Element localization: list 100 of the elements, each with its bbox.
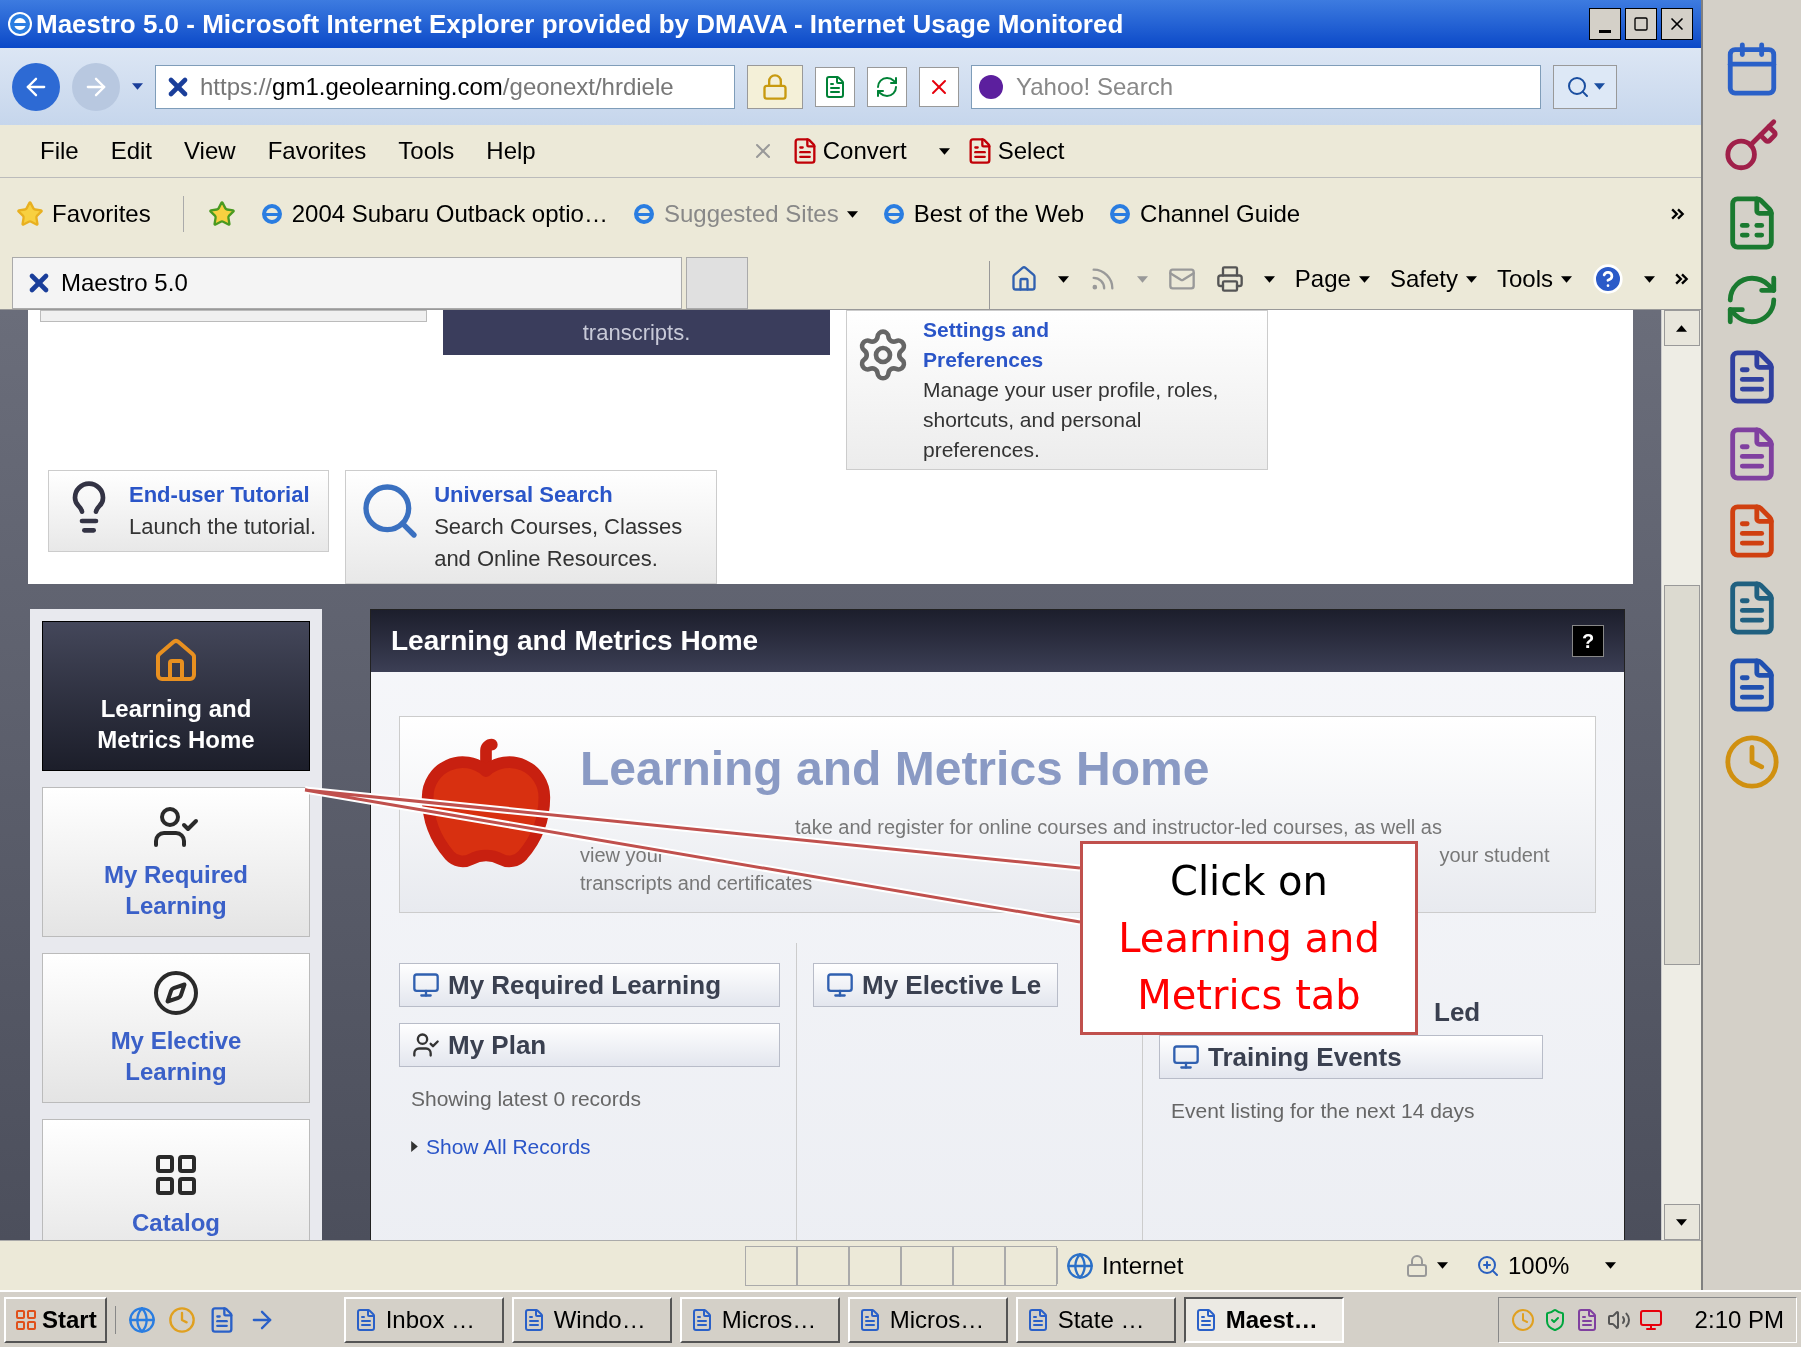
address-field[interactable]: https://gm1.geolearning.com/geonext/hrdiele (155, 64, 735, 109)
caret-icon[interactable] (1057, 275, 1069, 283)
computer-icon (826, 971, 854, 999)
hero-title: Learning and Metrics Home (580, 741, 1211, 797)
dark-card: transcripts. (443, 310, 830, 355)
caret-icon[interactable] (1358, 275, 1370, 283)
section-text: Event listing for the next 14 days (1170, 1098, 1476, 1124)
status-pane (1005, 1245, 1057, 1286)
search-field[interactable]: Yahoo! Search (971, 64, 1541, 109)
refresh-button[interactable] (867, 66, 907, 107)
url-text: https://gm1.geolearning.com/geonext/hrdiele (200, 71, 674, 102)
command-menu[interactable]: Page (1294, 261, 1351, 297)
description-text: your student (1439, 843, 1550, 868)
card-description: Launch the tutorial. (129, 513, 317, 541)
card-title[interactable]: End-user Tutorial (129, 479, 317, 511)
callout-highlight: Learning and Metrics tab (1117, 913, 1381, 1020)
toolbar-button[interactable]: Select (965, 133, 1065, 169)
section-text: Showing latest 0 records (410, 1086, 642, 1112)
taskbar-button[interactable]: Micros… (847, 1296, 1008, 1343)
taskbar-button[interactable]: State … (1015, 1296, 1176, 1343)
caret-icon[interactable] (1676, 1218, 1687, 1226)
favorites-button[interactable]: Favorites (16, 196, 184, 232)
toolbar-button[interactable]: Convert (790, 133, 907, 169)
caret-icon[interactable] (1644, 275, 1655, 283)
nav-tab[interactable]: Catalog (42, 1119, 310, 1240)
caret-icon[interactable] (1605, 1262, 1617, 1269)
compatibility-button[interactable] (815, 66, 855, 107)
caret-icon[interactable] (846, 210, 858, 218)
caret-icon[interactable] (1593, 83, 1605, 90)
taskbar-button[interactable]: Maest… (1183, 1296, 1344, 1343)
caret-icon[interactable] (132, 83, 143, 90)
stop-button[interactable] (919, 66, 959, 107)
section-header[interactable]: My Elective Le (813, 963, 1058, 1007)
card-title[interactable]: Preferences (923, 345, 1259, 375)
favorite-link[interactable]: Best of the Web (881, 196, 1085, 232)
browser-icon[interactable] (127, 1305, 156, 1334)
clock: 2:10 PM (1694, 1304, 1784, 1335)
search-icon (1565, 74, 1590, 99)
close-button[interactable] (1661, 8, 1693, 40)
refresh-icon (875, 74, 899, 99)
caret-icon[interactable] (938, 147, 950, 155)
nav-tab[interactable]: My Required Learning (42, 787, 310, 937)
browser-icon (8, 12, 32, 36)
caret-icon[interactable] (1437, 1262, 1448, 1269)
search-button[interactable] (1553, 64, 1617, 109)
menu-item[interactable]: Tools (398, 133, 455, 169)
help-icon[interactable] (1592, 263, 1624, 295)
add-favorite-icon[interactable] (207, 200, 236, 228)
print-icon[interactable] (1215, 265, 1244, 293)
scrollbar[interactable] (1661, 310, 1701, 1240)
settings-card[interactable]: Settings and Preferences Manage your user profile, roles, shortcuts, and personal preferences. (846, 310, 1268, 470)
expand-arrow-icon[interactable] (411, 1140, 418, 1152)
menu-item[interactable]: View (184, 133, 236, 169)
card-title[interactable]: Universal Search (434, 479, 705, 511)
card-title[interactable]: Settings and (923, 315, 1259, 345)
restore-button[interactable] (1625, 8, 1657, 40)
status-pane (745, 1245, 797, 1286)
nav-tab[interactable]: Learning and Metrics Home (42, 621, 310, 771)
section-title: Led (1434, 996, 1482, 1029)
more-icon[interactable] (1675, 273, 1689, 285)
taskbar-button[interactable]: Inbox … (343, 1296, 504, 1343)
section-header[interactable]: My Required Learning (399, 963, 780, 1007)
taskbar-button[interactable]: Windo… (511, 1296, 672, 1343)
command-menu[interactable]: Tools (1496, 261, 1553, 297)
browser-tab[interactable]: Maestro 5.0 (12, 257, 682, 309)
zoom-control[interactable]: 100% (1464, 1247, 1582, 1284)
zone-label: Internet (1102, 1250, 1184, 1281)
command-menu[interactable]: Safety (1389, 261, 1458, 297)
menu-item[interactable]: Favorites (267, 133, 367, 169)
start-button[interactable]: Start (4, 1296, 107, 1343)
help-button[interactable]: ? (1572, 625, 1604, 657)
computer-icon (412, 971, 440, 999)
section-header[interactable]: My Plan (399, 1023, 780, 1067)
page-icon (823, 74, 847, 99)
caret-icon[interactable] (1465, 275, 1477, 283)
menu-item[interactable]: Help (486, 133, 536, 169)
caret-icon[interactable] (1676, 324, 1687, 332)
description-text: take and register for online courses and instructor-led courses, as well as (794, 815, 1443, 840)
caret-icon[interactable] (1561, 275, 1572, 283)
card-description: Manage your user profile, roles, shortcuts, and personal preferences. (923, 377, 1220, 463)
browser-icon (1108, 202, 1133, 226)
person-icon (412, 1031, 440, 1059)
caret-icon[interactable] (1263, 275, 1275, 283)
favorite-link[interactable]: 2004 Subaru Outback optio… (259, 196, 608, 232)
minimize-button[interactable] (1589, 8, 1621, 40)
panel-title: Learning and Metrics Home (391, 624, 759, 658)
quick-link-card[interactable]: End-user Tutorial Launch the tutorial. (48, 470, 330, 552)
home-icon[interactable] (1009, 265, 1038, 293)
nav-tab[interactable]: My Elective Learning (42, 953, 310, 1103)
taskbar-button[interactable]: Micros… (679, 1296, 840, 1343)
menu-item[interactable]: File (40, 133, 79, 169)
favorite-link[interactable]: Channel Guide (1108, 196, 1301, 232)
menu-item[interactable]: Edit (110, 133, 153, 169)
lock-icon (1405, 1253, 1429, 1278)
more-icon[interactable] (1671, 208, 1685, 220)
quick-link-card[interactable]: Universal Search Search Courses, Classes and Online Resources. (345, 470, 718, 584)
compass-icon (152, 969, 200, 1017)
back-button[interactable] (12, 62, 60, 111)
show-records-link[interactable]: Show All Records (426, 1130, 591, 1162)
section-header[interactable]: Training Events (1159, 1035, 1543, 1079)
